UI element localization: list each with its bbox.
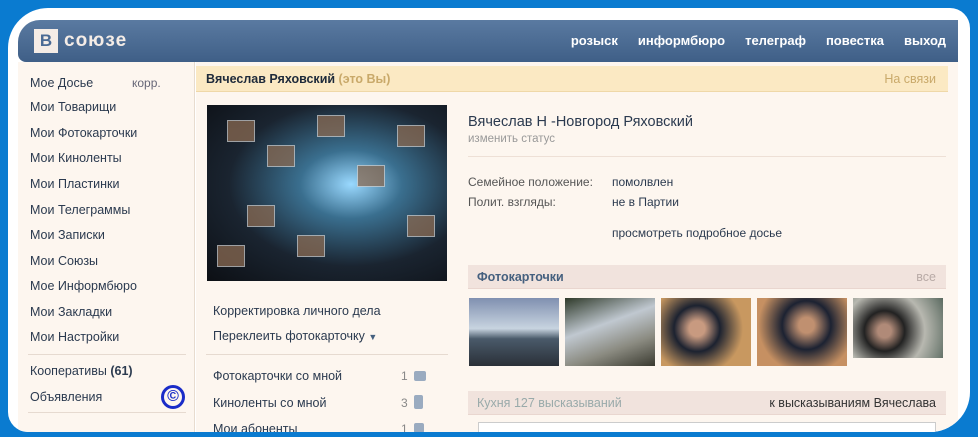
sidebar-item-groups[interactable]: Мои Союзы xyxy=(30,254,98,268)
sidebar-divider xyxy=(28,354,186,355)
photo-thumb[interactable] xyxy=(757,298,847,366)
people-icon xyxy=(414,423,424,432)
logo-text: союзе xyxy=(64,30,128,51)
subscribers-count: 1 xyxy=(401,422,408,432)
nav-search[interactable]: розыск xyxy=(571,33,618,48)
photos-with-me-link[interactable]: Фотокарточки со мной xyxy=(213,369,342,383)
nav-infobureau[interactable]: информбюро xyxy=(638,33,725,48)
sidebar-item-messages[interactable]: Мои Телеграммы xyxy=(30,203,130,217)
camera-icon xyxy=(414,371,426,381)
name-text: Вячеслав Ряховский xyxy=(206,72,336,86)
sidebar-item-videos[interactable]: Мои Киноленты xyxy=(30,151,122,165)
cooperatives-label: Кооперативы xyxy=(30,364,107,378)
sidebar-item-notes[interactable]: Мои Записки xyxy=(30,228,105,242)
subscribers-link[interactable]: Мои абоненты xyxy=(213,422,298,432)
photo-thumb[interactable] xyxy=(853,298,943,358)
page-frame: В союзе розыск информбюро телеграф повес… xyxy=(8,8,970,432)
change-photo-label: Переклеить фотокарточку xyxy=(213,329,365,343)
profile-name-header: Вячеслав Ряховский (это Вы) xyxy=(206,72,390,86)
nav-telegraph[interactable]: телеграф xyxy=(745,33,806,48)
photos-section-header: Фотокарточки все xyxy=(468,265,946,289)
photo-thumb[interactable] xyxy=(469,298,559,366)
wall-title[interactable]: Кухня 127 высказываний xyxy=(477,396,622,410)
sidebar-item-photos[interactable]: Мои Фотокарточки xyxy=(30,126,137,140)
logo-mark: В xyxy=(34,29,58,53)
wall-title-text: Кухня xyxy=(477,396,511,410)
videos-with-me-count: 3 xyxy=(401,396,408,410)
edit-dossier-link[interactable]: корр. xyxy=(132,76,161,90)
sidebar: Мое Досье корр. Мои Товарищи Мои Фотокар… xyxy=(18,62,195,432)
profile-photo[interactable] xyxy=(207,105,447,281)
sidebar-item-ads[interactable]: Объявления xyxy=(30,390,102,404)
divider xyxy=(468,156,946,157)
photos-title[interactable]: Фотокарточки xyxy=(477,270,564,284)
photo-thumb[interactable] xyxy=(565,298,655,366)
top-header: В союзе розыск информбюро телеграф повес… xyxy=(18,20,958,62)
copyright-icon: © xyxy=(161,385,185,409)
field-value[interactable]: не в Партии xyxy=(612,195,679,209)
film-icon xyxy=(414,395,423,409)
top-nav: розыск информбюро телеграф повестка выхо… xyxy=(571,33,946,48)
logo[interactable]: В союзе xyxy=(34,29,127,53)
field-marital: Семейное положение: помолвлен xyxy=(468,175,946,191)
photo-thumb[interactable] xyxy=(661,298,751,366)
wall-section-header: Кухня 127 высказываний к высказываниям В… xyxy=(468,391,946,415)
field-politics: Полит. взгляды: не в Партии xyxy=(468,195,946,211)
chevron-down-icon: ▼ xyxy=(368,332,378,342)
sidebar-item-cooperatives[interactable]: Кооперативы (61) xyxy=(30,364,133,378)
photos-all-link[interactable]: все xyxy=(916,270,936,284)
photos-with-me-count: 1 xyxy=(401,369,408,383)
sidebar-item-settings[interactable]: Мои Настройки xyxy=(30,330,119,344)
sidebar-divider xyxy=(28,412,186,413)
profile-full-name: Вячеслав Н -Новгород Ряховский xyxy=(468,114,693,130)
sidebar-item-bookmarks[interactable]: Мои Закладки xyxy=(30,305,112,319)
sidebar-item-dossier[interactable]: Мое Досье xyxy=(30,76,93,90)
details-link[interactable]: просмотреть подробное досье xyxy=(468,226,946,240)
nav-summons[interactable]: повестка xyxy=(826,33,884,48)
sidebar-item-news[interactable]: Мое Информбюро xyxy=(30,279,137,293)
online-status: На связи xyxy=(884,72,936,86)
divider xyxy=(206,354,448,355)
field-key: Полит. взгляды: xyxy=(468,195,556,209)
details-link-text: просмотреть подробное досье xyxy=(612,226,783,240)
wall-count: 127 высказываний xyxy=(513,396,622,410)
sidebar-item-audio[interactable]: Мои Пластинки xyxy=(30,177,120,191)
edit-profile-link[interactable]: Корректировка личного дела xyxy=(213,304,381,318)
videos-with-me-link[interactable]: Киноленты со мной xyxy=(213,396,326,410)
you-label: (это Вы) xyxy=(338,72,391,86)
cooperatives-count: (61) xyxy=(110,364,133,378)
sidebar-item-friends[interactable]: Мои Товарищи xyxy=(30,100,116,114)
profile-name-bar: Вячеслав Ряховский (это Вы) На связи xyxy=(196,66,948,92)
wall-input[interactable] xyxy=(478,422,936,432)
field-value[interactable]: помолвлен xyxy=(612,175,673,189)
field-key: Семейное положение: xyxy=(468,175,593,189)
change-status-link[interactable]: изменить статус xyxy=(468,133,946,145)
change-photo-link[interactable]: Переклеить фотокарточку ▼ xyxy=(213,329,377,343)
profile-main: Вячеслав Ряховский (это Вы) На связи Кор… xyxy=(196,62,958,432)
nav-logout[interactable]: выход xyxy=(904,33,946,48)
wall-all-link[interactable]: к высказываниям Вячеслава xyxy=(769,396,936,410)
